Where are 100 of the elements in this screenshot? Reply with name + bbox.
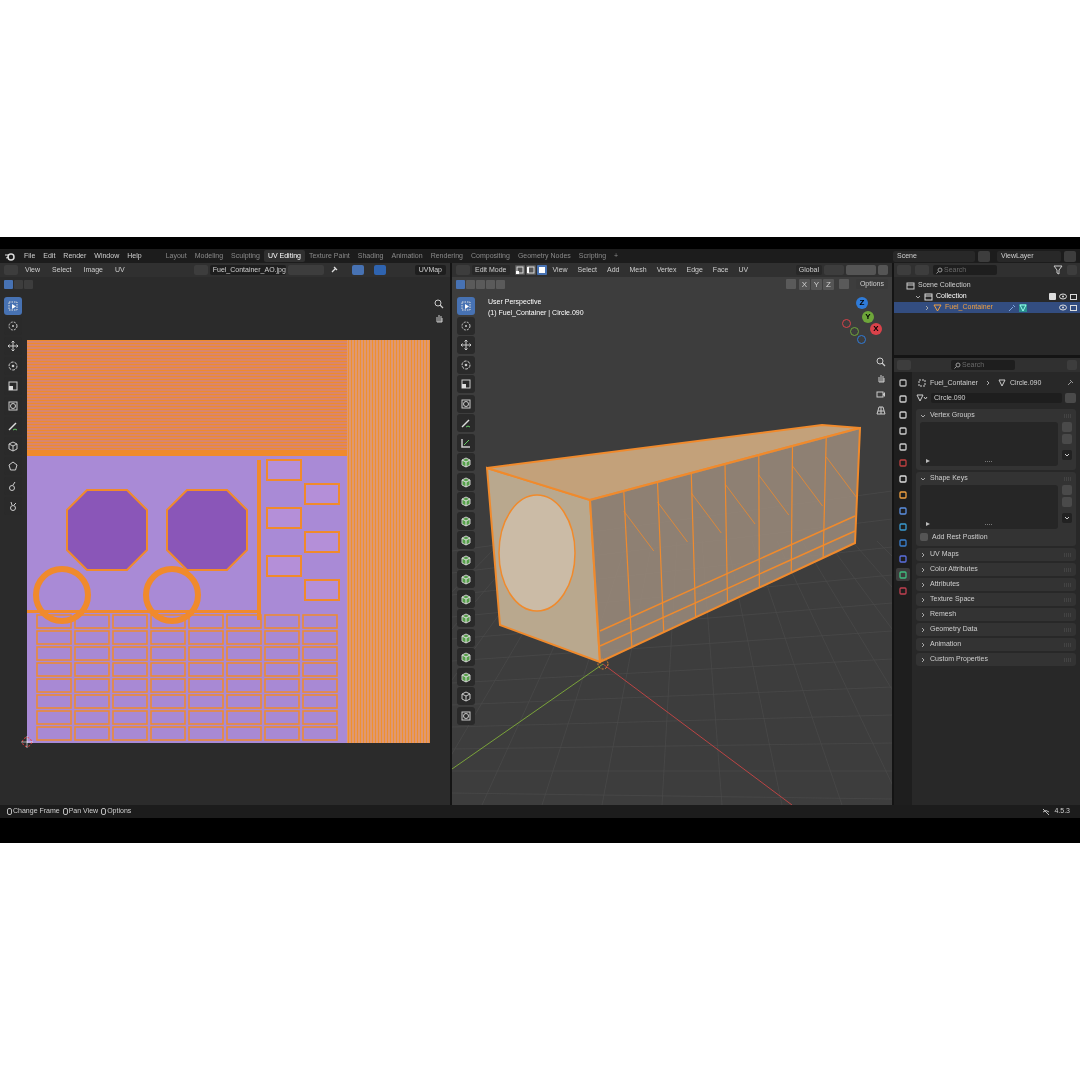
- tool-button[interactable]: [457, 706, 475, 725]
- cube-icon: [460, 670, 472, 683]
- grid-icon[interactable]: [876, 405, 886, 415]
- axis-label[interactable]: Z: [856, 297, 868, 309]
- tool-button[interactable]: [457, 433, 475, 452]
- cube-icon: [460, 514, 472, 527]
- move-arrows-icon: [460, 339, 472, 351]
- eye-icon[interactable]: [1059, 304, 1067, 311]
- axis-label[interactable]: Y: [862, 311, 874, 323]
- search-icon: [936, 266, 943, 274]
- select-box-icon: [460, 300, 472, 312]
- tool-button[interactable]: [457, 550, 475, 569]
- pentagon-icon: [7, 460, 19, 472]
- properties-tab[interactable]: [896, 376, 910, 389]
- select-mode-button[interactable]: [514, 265, 525, 275]
- chevron-down-icon[interactable]: [915, 293, 921, 300]
- pen-icon: [460, 417, 472, 429]
- tool-button[interactable]: [457, 414, 475, 432]
- eye-icon[interactable]: [1059, 293, 1067, 300]
- mesh-data-icon: [1018, 303, 1027, 312]
- move-arrows-icon: [7, 340, 19, 352]
- cube-icon: [460, 553, 472, 566]
- tool-button[interactable]: [4, 297, 22, 315]
- pin-icon[interactable]: [1066, 379, 1074, 387]
- checkbox[interactable]: [920, 533, 928, 541]
- cube-outline-icon: [460, 690, 472, 702]
- properties-tab[interactable]: [896, 504, 910, 517]
- ruler-icon: [460, 436, 472, 449]
- triangle-icon: [997, 379, 1006, 387]
- tool-button[interactable]: [457, 628, 475, 647]
- tool-button[interactable]: [457, 355, 475, 374]
- axis-toggle[interactable]: X: [798, 278, 810, 290]
- cube-outline-icon: [7, 440, 19, 452]
- mesh-browse-icon[interactable]: [916, 394, 928, 402]
- chevron-down-icon[interactable]: [1062, 450, 1072, 460]
- axis-toggle[interactable]: Y: [810, 278, 822, 290]
- cursor-icon: [460, 319, 472, 332]
- tool-button[interactable]: [457, 336, 475, 354]
- chevron-down-icon[interactable]: [1062, 513, 1072, 523]
- select-new-button[interactable]: [4, 279, 13, 289]
- select-mode-button[interactable]: [525, 265, 536, 275]
- tool-button[interactable]: [457, 453, 475, 471]
- tool-button[interactable]: [457, 492, 475, 510]
- tool-button[interactable]: [457, 531, 475, 549]
- properties-tab[interactable]: [896, 392, 910, 405]
- box-icon: [906, 281, 915, 290]
- exclude-checkbox[interactable]: [1049, 293, 1056, 300]
- tool-button[interactable]: [457, 511, 475, 530]
- wrench-icon: [1007, 303, 1016, 312]
- properties-tab[interactable]: [896, 440, 910, 453]
- chevron-right-icon[interactable]: [924, 304, 930, 311]
- sync-button[interactable]: [351, 265, 364, 275]
- tool-button[interactable]: [457, 570, 475, 588]
- tool-button[interactable]: [457, 375, 475, 393]
- properties-tab[interactable]: [896, 472, 910, 485]
- transform-icon: [460, 397, 472, 410]
- zoom-icon[interactable]: [434, 299, 444, 309]
- cube-icon: [460, 456, 472, 468]
- mouse-icon: [7, 808, 12, 815]
- cube-icon: [460, 631, 472, 644]
- properties-tab[interactable]: [896, 568, 910, 581]
- app-logo-icon: [4, 250, 16, 262]
- tool-button[interactable]: [457, 394, 475, 413]
- properties-tab[interactable]: [896, 488, 910, 501]
- cursor-icon: [7, 320, 19, 332]
- cursor-icon: [21, 736, 33, 748]
- properties-tab[interactable]: [896, 520, 910, 533]
- filter-icon[interactable]: [1053, 265, 1063, 275]
- tool-button[interactable]: [457, 667, 475, 686]
- resize-handle-icon: [985, 523, 993, 526]
- properties-tab[interactable]: [896, 424, 910, 437]
- tool-button[interactable]: [457, 297, 475, 315]
- transform-icon: [7, 400, 19, 412]
- cube-icon: [460, 592, 472, 605]
- box-icon: [924, 292, 933, 301]
- transform-icon: [460, 709, 472, 722]
- resize-handle-icon: [985, 460, 993, 463]
- axis-label[interactable]: X: [870, 323, 882, 335]
- camera-icon[interactable]: [876, 389, 886, 399]
- cube-icon: [460, 573, 472, 585]
- object-icon: [918, 379, 926, 387]
- tool-button[interactable]: [457, 609, 475, 627]
- properties-tab[interactable]: [896, 408, 910, 421]
- navigation-gizmo[interactable]: Z Y X: [842, 297, 884, 345]
- rotate-icon: [460, 358, 472, 371]
- tool-button[interactable]: [457, 648, 475, 666]
- tool-button[interactable]: [457, 472, 475, 491]
- scale-icon: [7, 380, 19, 392]
- tool-button[interactable]: [457, 316, 475, 335]
- triangle-icon: [933, 303, 942, 312]
- select-mode-button[interactable]: [536, 265, 547, 275]
- tool-button[interactable]: [457, 687, 475, 705]
- tool-button[interactable]: [457, 589, 475, 608]
- pen-icon: [7, 420, 19, 432]
- play-icon: [926, 459, 930, 463]
- mouse-icon: [62, 808, 68, 815]
- zoom-icon[interactable]: [876, 357, 886, 367]
- cube-icon: [460, 534, 472, 546]
- chevron-right-icon: [984, 380, 991, 386]
- axis-toggle[interactable]: Z: [822, 278, 834, 290]
